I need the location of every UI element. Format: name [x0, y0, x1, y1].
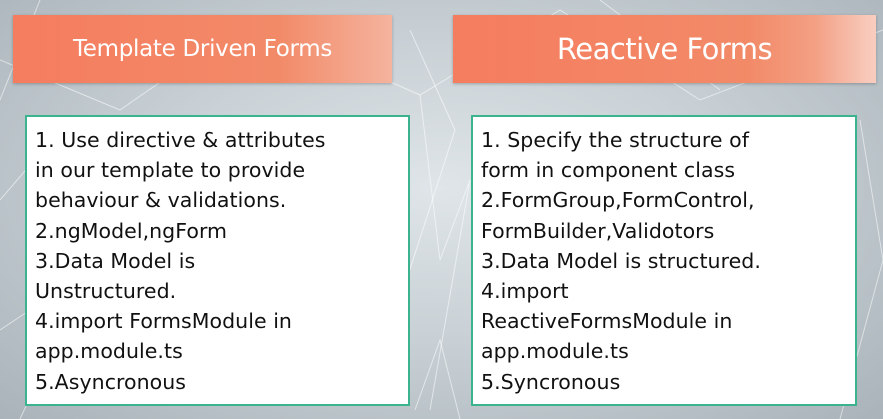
- reactive-forms-header: Reactive Forms: [453, 15, 876, 83]
- reactive-forms-title: Reactive Forms: [556, 32, 773, 66]
- left-card-line: 4.import FormsModule in: [35, 309, 292, 334]
- right-card-line: app.module.ts: [481, 339, 629, 364]
- left-card-line: in our template to provide: [35, 158, 306, 183]
- left-card-line: 2.ngModel,ngForm: [35, 218, 228, 243]
- left-card-line: 5.Asyncronous: [35, 369, 187, 394]
- left-card-line: behaviour & validations.: [35, 188, 287, 213]
- right-card-line: 1. Specify the structure of: [481, 128, 749, 152]
- right-card-line: form in component class: [481, 158, 736, 183]
- right-card-line: 3.Data Model is structured.: [481, 248, 761, 273]
- right-card-line: FormBuilder,Validotors: [481, 218, 715, 243]
- right-card-line: ReactiveFormsModule in: [481, 309, 733, 334]
- template-driven-forms-header: Template Driven Forms: [13, 15, 392, 83]
- left-card-line: app.module.ts: [35, 339, 183, 364]
- right-card-line: 2.FormGroup,FormControl,: [481, 188, 755, 213]
- left-card-line: 1. Use directive & attributes: [35, 128, 326, 152]
- header-highlight: [816, 15, 876, 83]
- template-driven-forms-card: 1. Use directive & attributes in our tem…: [25, 115, 410, 406]
- left-card-line: Unstructured.: [35, 279, 177, 304]
- right-card-line: 4.import: [481, 279, 569, 304]
- reactive-forms-card: 1. Specify the structure of form in comp…: [471, 115, 857, 406]
- template-driven-forms-title: Template Driven Forms: [72, 36, 333, 62]
- right-card-line: 5.Syncronous: [481, 369, 621, 394]
- left-card-line: 3.Data Model is: [35, 248, 196, 273]
